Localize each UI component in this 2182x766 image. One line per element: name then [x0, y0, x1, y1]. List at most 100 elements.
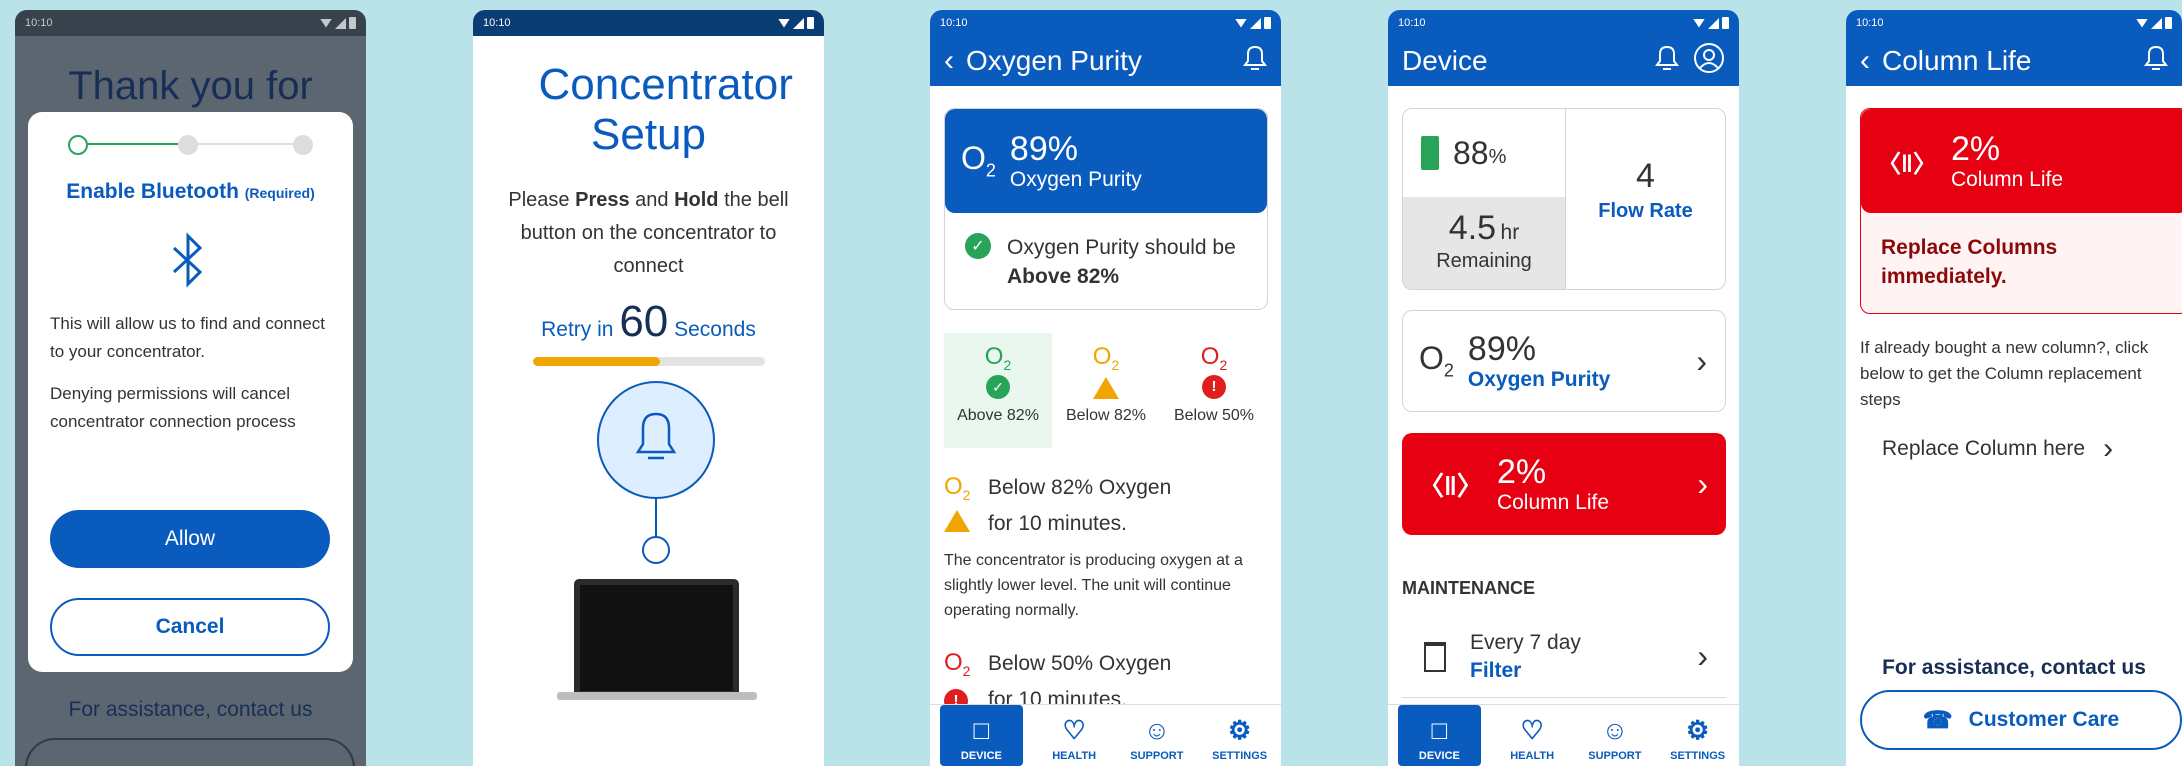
warning-icon: [1093, 376, 1119, 399]
retry-progress-bar: [532, 357, 765, 366]
screen-bluetooth: 10:10 Thank you for For assistance, cont…: [15, 10, 366, 766]
column-life-card: 〈‖〉 2% Column Life Replace Columns immedi…: [1860, 108, 2182, 314]
back-icon[interactable]: ‹: [1860, 46, 1870, 76]
remaining-label: Remaining: [1436, 250, 1532, 272]
level-below-50: O2 ! Below 50%: [1160, 333, 1268, 448]
replace-warning: Replace Columns immediately.: [1881, 236, 2058, 288]
bell-to-laptop-illustration: [557, 381, 757, 700]
alert-title: Below 50% Oxygen: [988, 652, 1172, 675]
filter-icon: [1424, 641, 1446, 672]
step-2-indicator: [178, 135, 198, 155]
status-time: 10:10: [1398, 17, 1426, 29]
nav-device[interactable]: □ DEVICE: [940, 705, 1023, 766]
screen-concentrator-setup: 10:10 Concentrator Setup Please Press an…: [473, 10, 824, 766]
support-icon: ☺: [1601, 715, 1629, 745]
nav-support[interactable]: ☺ SUPPORT: [1574, 705, 1657, 766]
screen-device: 10:10 Device 88% 4.5 hr Remaining 4 Flow…: [1388, 10, 1739, 766]
allow-button[interactable]: Allow: [50, 510, 330, 568]
maintenance-interval: Every 7 day: [1470, 630, 1581, 654]
nav-device[interactable]: □ DEVICE: [1398, 705, 1481, 766]
page-title: Column Life: [1882, 45, 2032, 76]
warning-icon: [944, 510, 970, 532]
purity-card: O2 89% Oxygen Purity ✓ Oxygen Purity shou…: [944, 108, 1268, 310]
retry-seconds: 60: [619, 297, 669, 346]
status-icons: [778, 17, 814, 29]
column-icon: 〈‖〉: [1877, 150, 1937, 178]
nav-health[interactable]: ♡ HEALTH: [1033, 705, 1116, 766]
level-label: Below 50%: [1173, 406, 1255, 424]
instruction-text: Please Press and Hold the bell button on…: [508, 189, 789, 277]
bell-icon[interactable]: [2144, 44, 2168, 79]
alert-title: Below 82% Oxygen: [988, 476, 1172, 499]
alert-description: The concentrator is producing oxygen at …: [944, 552, 1243, 619]
bottom-nav: □ DEVICE ♡ HEALTH ☺ SUPPORT ⚙ SETTINGS: [1388, 704, 1739, 766]
chevron-right-icon: ›: [1696, 342, 1707, 379]
nav-support[interactable]: ☺ SUPPORT: [1116, 705, 1199, 766]
heart-icon: ♡: [1062, 715, 1086, 745]
bluetooth-icon: [168, 232, 208, 299]
step-1-indicator: [68, 135, 88, 155]
status-icons: [1235, 17, 1271, 29]
background-title: Thank you for: [68, 64, 313, 108]
purity-value: 89%: [1009, 130, 1078, 168]
page-title: Concentrator Setup: [538, 60, 793, 159]
back-icon[interactable]: ‹: [944, 46, 954, 76]
purity-label: Oxygen Purity: [1009, 168, 1142, 191]
assistance-text: For assistance, contact us: [1882, 656, 2146, 679]
customer-care-button[interactable]: [25, 738, 355, 766]
battery-value: 88: [1453, 134, 1489, 171]
battery-tile: 88%: [1403, 109, 1565, 197]
status-icons: [2136, 17, 2172, 29]
purity-header: O2 89% Oxygen Purity: [945, 109, 1267, 213]
remaining-value: 4.5: [1448, 209, 1497, 247]
nav-settings[interactable]: ⚙ SETTINGS: [1198, 705, 1281, 766]
bell-icon[interactable]: [1655, 44, 1679, 79]
dialog-title: Enable Bluetooth (Required): [66, 180, 315, 203]
column-life-card[interactable]: 〈‖〉 2% Column Life ›: [1402, 433, 1726, 535]
step-3-indicator: [293, 135, 313, 155]
retry-countdown: Retry in 60 Seconds: [541, 297, 756, 346]
maintenance-item: Filter: [1470, 658, 1522, 682]
status-time: 10:10: [940, 17, 968, 29]
level-above-82: O2 ✓ Above 82%: [944, 333, 1052, 448]
app-bar: Device: [1388, 36, 1739, 86]
bottom-nav: □ DEVICE ♡ HEALTH ☺ SUPPORT ⚙ SETTINGS: [930, 704, 1281, 766]
nav-settings[interactable]: ⚙ SETTINGS: [1656, 705, 1739, 766]
nav-health[interactable]: ♡ HEALTH: [1491, 705, 1574, 766]
column-label: Column Life: [1950, 168, 2064, 191]
profile-icon[interactable]: [1693, 42, 1725, 81]
device-icon: □: [1431, 715, 1448, 745]
device-icon: □: [973, 715, 990, 745]
screen-oxygen-purity: 10:10 ‹ Oxygen Purity O2 89% Oxygen Purit…: [930, 10, 1281, 766]
phone-icon: ☎: [1922, 706, 1953, 734]
status-bar: 10:10: [15, 10, 366, 36]
column-label: Column Life: [1496, 491, 1609, 514]
oxygen-purity-card[interactable]: O2 89% Oxygen Purity ›: [1402, 310, 1726, 412]
bell-icon[interactable]: [1243, 44, 1267, 79]
stepper: [68, 132, 313, 156]
maintenance-filter-row[interactable]: Every 7 day Filter ›: [1402, 616, 1726, 698]
app-bar: ‹ Column Life: [1846, 36, 2182, 86]
alert-below-82: O2 Below 82% Oxygen for 10 minutes. The c…: [944, 470, 1268, 623]
status-bar: 10:10: [473, 10, 824, 36]
replace-column-link[interactable]: Replace Column here ›: [1882, 432, 2113, 466]
level-label: Above 82%: [957, 406, 1039, 424]
level-below-82: O2 Below 82%: [1052, 333, 1160, 448]
o2-symbol: O2: [1419, 340, 1454, 381]
purity-levels: O2 ✓ Above 82% O2 Below 82% O2 ! Below 5…: [944, 333, 1268, 448]
chevron-right-icon: ›: [1697, 638, 1708, 674]
purity-value: 89%: [1467, 330, 1536, 368]
alert-duration: for 10 minutes.: [988, 512, 1127, 535]
flow-rate-label: Flow Rate: [1598, 200, 1693, 222]
customer-care-button[interactable]: ☎ Customer Care: [1860, 690, 2182, 750]
cancel-button[interactable]: Cancel: [50, 598, 330, 656]
page-title: Device: [1402, 45, 1488, 76]
o2-symbol: O2: [961, 140, 996, 181]
purity-note: ✓ Oxygen Purity should be Above 82%: [945, 213, 1267, 291]
status-time: 10:10: [25, 17, 53, 29]
replace-info: If already bought a new column?, click b…: [1860, 338, 2149, 409]
required-label: (Required): [244, 185, 315, 201]
app-bar: ‹ Oxygen Purity: [930, 36, 1281, 86]
chevron-right-icon: ›: [2103, 432, 2114, 465]
column-value: 2%: [1950, 130, 2001, 168]
